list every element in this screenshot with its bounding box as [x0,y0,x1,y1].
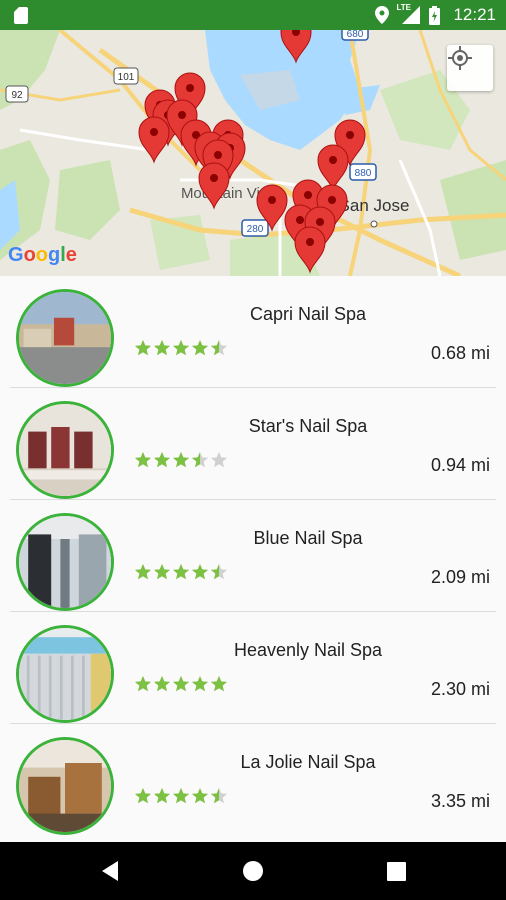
place-item[interactable]: Capri Nail Spa 0.68 mi [10,276,496,388]
star-icon [154,788,170,804]
map-view[interactable]: 101 92 280 680 880 Mountain View San Jos… [0,30,506,276]
highway-shield-880: 880 [349,163,377,181]
star-icon [173,564,189,580]
star-icon [135,452,151,468]
star-icon [135,788,151,804]
star-icon [211,564,227,580]
google-logo: Google [8,244,77,266]
map-marker-dot [268,196,276,204]
place-item[interactable]: Blue Nail Spa 2.09 mi [10,500,496,612]
lte-signal-icon: LTE [396,3,421,24]
place-item[interactable]: Heavenly Nail Spa 2.30 mi [10,612,496,724]
rating-stars [134,787,228,805]
place-item[interactable]: La Jolie Nail Spa 3.35 mi [10,724,496,836]
place-photo [16,401,114,499]
map-marker-dot [210,174,218,182]
place-name: Star's Nail Spa [248,416,368,436]
map-marker-dot [306,238,314,246]
map-marker-dot [328,196,336,204]
star-icon [192,788,208,804]
home-icon [243,861,263,881]
svg-text:92: 92 [11,90,23,101]
map-marker-dot [329,156,337,164]
map-marker-dot [186,84,194,92]
clock: 12:21 [453,5,496,24]
highway-shield-92: 92 [5,85,29,103]
star-icon [192,676,208,692]
place-distance: 0.68 mi [430,343,490,363]
rating-stars [134,563,228,581]
sd-card-icon [14,7,28,24]
highway-shield-101: 101 [113,67,139,85]
map-marker-dot [214,151,222,159]
star-icon [154,564,170,580]
star-icon [211,452,227,468]
location-icon [375,6,390,24]
map-marker-dot [304,191,312,199]
status-icons: LTE 12:21 [375,0,496,30]
star-icon [211,340,227,356]
place-item[interactable]: Star's Nail Spa 0.94 mi [10,388,496,500]
highway-shield-280: 280 [241,219,269,237]
places-list: Capri Nail Spa 0.68 mi Star's Nail Spa 0… [0,276,506,842]
star-icon [135,564,151,580]
star-icon [173,676,189,692]
map-marker-dot [296,216,304,224]
star-icon [173,452,189,468]
place-photo [16,737,114,835]
star-icon [135,340,151,356]
star-icon [192,340,208,356]
star-icon [135,676,151,692]
star-icon [211,788,227,804]
place-distance: 2.09 mi [430,567,490,587]
star-icon [192,452,208,468]
svg-text:280: 280 [247,224,264,235]
back-button[interactable] [80,842,140,900]
map-marker-dot [178,111,186,119]
network-label: LTE [396,3,411,12]
place-photo [16,289,114,387]
map-marker-dot [316,218,324,226]
place-photo [16,513,114,611]
place-distance: 2.30 mi [430,679,490,699]
map-marker-dot [150,128,158,136]
city-label-san-jose: San Jose [339,196,410,215]
my-location-icon [448,46,472,70]
navigation-bar [0,842,506,900]
star-icon [154,676,170,692]
status-bar: LTE 12:21 [0,0,506,30]
recents-button[interactable] [366,842,426,900]
back-icon [102,861,118,881]
home-button[interactable] [223,842,283,900]
place-distance: 3.35 mi [430,791,490,811]
svg-text:680: 680 [347,30,364,40]
map-tiles: 101 92 280 680 880 Mountain View San Jos… [0,30,506,276]
svg-text:101: 101 [118,72,135,83]
place-distance: 0.94 mi [430,455,490,475]
highway-shield-680: 680 [341,30,369,41]
star-icon [173,340,189,356]
place-photo [16,625,114,723]
place-name: Blue Nail Spa [253,528,363,548]
rating-stars [134,675,228,693]
place-name: Heavenly Nail Spa [233,640,383,660]
star-icon [173,788,189,804]
rating-stars [134,339,228,357]
my-location-button[interactable] [447,45,493,91]
place-name: Capri Nail Spa [249,304,367,324]
recents-icon [386,861,406,881]
rating-stars [134,451,228,469]
place-name: La Jolie Nail Spa [240,752,376,772]
star-icon [154,452,170,468]
map-marker-dot [346,131,354,139]
svg-text:880: 880 [355,168,372,179]
star-icon [192,564,208,580]
battery-icon [429,5,441,25]
star-icon [211,676,227,692]
star-icon [154,340,170,356]
